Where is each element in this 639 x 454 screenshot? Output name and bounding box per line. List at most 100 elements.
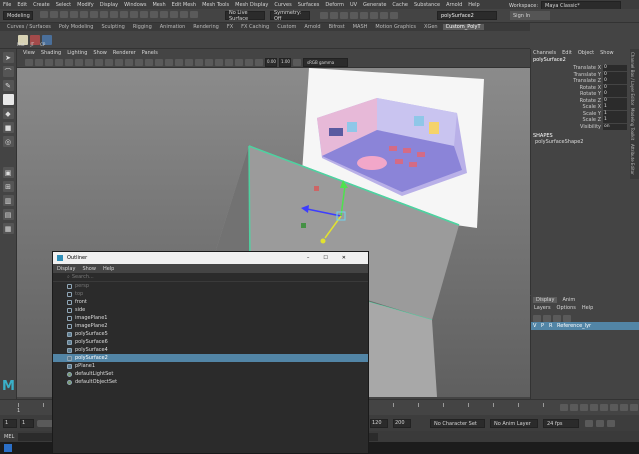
menu-file[interactable]: File [3, 2, 11, 8]
attribute-value[interactable]: 0 [603, 71, 627, 78]
range-start-field[interactable]: 1 [20, 419, 34, 428]
ao-icon[interactable] [195, 58, 203, 66]
rotate-tool-icon[interactable]: ◆ [2, 108, 14, 119]
character-set-dropdown[interactable]: No Character Set [430, 419, 485, 428]
channelbox-menu-show[interactable]: Show [600, 50, 614, 56]
shelf-tab-fx[interactable]: FX [224, 24, 236, 30]
camera-attr-icon[interactable] [35, 58, 43, 66]
default-material-icon[interactable] [155, 58, 163, 66]
start-icon[interactable] [4, 444, 12, 452]
field-chart-icon[interactable] [105, 58, 113, 66]
wireframe-icon[interactable] [135, 58, 143, 66]
snap-grid-icon[interactable] [120, 11, 128, 18]
outliner-item-side[interactable]: side [53, 306, 368, 314]
outliner-item-polysurface4[interactable]: polySurface4 [53, 346, 368, 354]
lasso-tool-icon[interactable]: ⌒ [2, 66, 14, 77]
attribute-row-rotate-x[interactable]: Rotate X0 [531, 84, 630, 92]
snap-plane-icon[interactable] [150, 11, 158, 18]
layer-name[interactable]: Reference_lyr [557, 323, 591, 329]
shelf-tab-xgen[interactable]: XGen [421, 24, 441, 30]
shelf-tab-custom-polyt[interactable]: Custom_PolyT [442, 24, 484, 30]
menu-mesh-tools[interactable]: Mesh Tools [202, 2, 229, 8]
plane-handle-xy[interactable] [314, 186, 319, 191]
attribute-value[interactable]: 1 [603, 104, 627, 111]
viewport-menu-view[interactable]: View [23, 50, 35, 56]
menu-windows[interactable]: Windows [124, 2, 146, 8]
mode-dropdown[interactable]: Modeling [3, 11, 33, 20]
menu-curves[interactable]: Curves [274, 2, 291, 8]
tab-display-layers[interactable]: Display [533, 297, 558, 303]
outliner-window[interactable]: Outliner –☐✕ Display Show Help ⌕ Search...… [52, 251, 369, 454]
start-time-field[interactable]: 1 [3, 419, 17, 428]
loop-icon[interactable] [585, 420, 593, 427]
minimize-icon[interactable]: – [307, 255, 324, 261]
render-view-icon[interactable] [360, 12, 368, 19]
layer-playback-flag[interactable]: P [541, 323, 547, 329]
step-forward-key-icon[interactable] [620, 404, 628, 411]
layer-menu-help[interactable]: Help [582, 305, 593, 311]
attribute-value[interactable]: 1 [603, 110, 627, 117]
attribute-row-translate-x[interactable]: Translate X0 [531, 65, 630, 72]
x-axis-arrow-icon[interactable] [320, 238, 326, 244]
menu-mesh[interactable]: Mesh [152, 2, 165, 8]
tab-attribute-editor[interactable]: Attribute Editor [630, 144, 635, 175]
split-view-icon[interactable]: ▥ [2, 195, 14, 206]
menu-cache[interactable]: Cache [392, 2, 408, 8]
tab-anim-layers[interactable]: Anim [559, 297, 578, 303]
aa-icon[interactable] [215, 58, 223, 66]
shelf-tab-arnold[interactable]: Arnold [301, 24, 323, 30]
shadows-icon[interactable] [185, 58, 193, 66]
outliner-item-top[interactable]: top [53, 290, 368, 298]
ipr-render-icon[interactable] [330, 12, 338, 19]
outliner-item-imageplane2[interactable]: imagePlane2 [53, 322, 368, 330]
attribute-row-rotate-y[interactable]: Rotate Y0 [531, 91, 630, 98]
outliner-item-polysurface5[interactable]: polySurface5 [53, 330, 368, 338]
viewport-menu-panels[interactable]: Panels [142, 50, 158, 56]
range-end-field[interactable]: 120 [370, 419, 388, 428]
shelf-tab-rigging[interactable]: Rigging [130, 24, 155, 30]
render-frame-icon[interactable] [320, 12, 328, 19]
menu-help[interactable]: Help [468, 2, 479, 8]
auto-key-icon[interactable] [596, 420, 604, 427]
step-forward-frame-icon[interactable] [610, 404, 618, 411]
image-plane-icon[interactable] [55, 58, 63, 66]
gate-mask-icon[interactable] [95, 58, 103, 66]
attribute-value[interactable]: 0 [603, 97, 627, 104]
menu-mesh-display[interactable]: Mesh Display [235, 2, 268, 8]
menu-display[interactable]: Display [100, 2, 118, 8]
bookmark-icon[interactable] [45, 58, 53, 66]
layer-menu-layers[interactable]: Layers [534, 305, 551, 311]
viewport-menu-shading[interactable]: Shading [41, 50, 61, 56]
menu-surfaces[interactable]: Surfaces [298, 2, 320, 8]
film-gate-icon[interactable] [75, 58, 83, 66]
outliner-item-pplane1[interactable]: pPlane1 [53, 362, 368, 370]
outliner-item-imageplane1[interactable]: imagePlane1 [53, 314, 368, 322]
channelbox-menu-channels[interactable]: Channels [533, 50, 556, 56]
shape-name[interactable]: polySurfaceShape2 [531, 139, 630, 145]
camera-select-icon[interactable] [25, 58, 33, 66]
snap-view-icon[interactable] [170, 11, 178, 18]
attribute-value[interactable]: on [603, 123, 627, 130]
select-object-icon[interactable] [100, 11, 108, 18]
new-layer-selected-icon[interactable] [563, 314, 571, 322]
play-forward-icon[interactable] [600, 404, 608, 411]
menu-modify[interactable]: Modify [77, 2, 94, 8]
mel-label[interactable]: MEL [0, 434, 18, 440]
select-tool-icon[interactable]: ➤ [2, 52, 14, 63]
graph-layout-icon[interactable]: ▦ [2, 223, 14, 234]
snap-curve-icon[interactable] [130, 11, 138, 18]
menu-select[interactable]: Select [56, 2, 71, 8]
shelf-tab-sculpting[interactable]: Sculpting [98, 24, 127, 30]
scale-tool-icon[interactable]: ■ [2, 122, 14, 133]
motion-blur-icon[interactable] [205, 58, 213, 66]
last-tool-icon[interactable]: ◎ [2, 136, 14, 147]
xray-joints-icon[interactable] [245, 58, 253, 66]
attribute-value[interactable]: 0 [603, 65, 627, 72]
save-scene-icon[interactable] [60, 11, 68, 18]
xray-icon[interactable] [235, 58, 243, 66]
shelf-tab-motion-graphics[interactable]: Motion Graphics [372, 24, 419, 30]
textured-icon[interactable] [165, 58, 173, 66]
arnold-light-icon[interactable] [390, 12, 398, 19]
snap-surface-icon[interactable] [160, 11, 168, 18]
outliner-layout-icon[interactable]: ▤ [2, 209, 14, 220]
